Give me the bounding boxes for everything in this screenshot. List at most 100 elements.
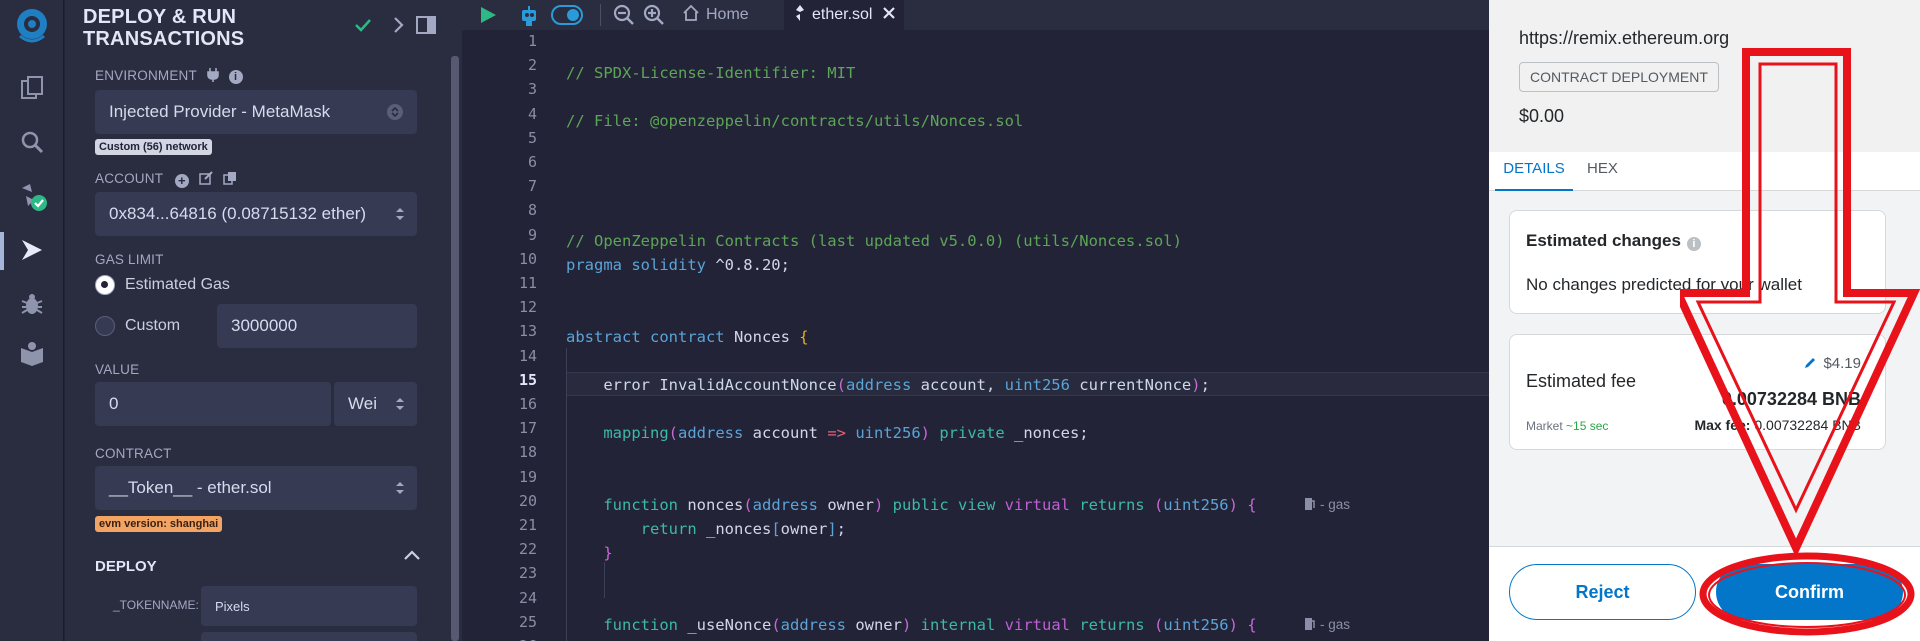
code-line-9: // OpenZeppelin Contracts (last updated … bbox=[566, 232, 1182, 250]
dock-panel-icon[interactable] bbox=[415, 14, 437, 36]
value-label: VALUE bbox=[95, 362, 140, 377]
panel-title: DEPLOY & RUN TRANSACTIONS bbox=[83, 6, 244, 50]
deploy-run-panel: DEPLOY & RUN TRANSACTIONS ENVIRONMENT i … bbox=[65, 0, 449, 641]
line-number: 1 bbox=[527, 32, 537, 50]
transaction-amount: $0.00 bbox=[1519, 106, 1565, 126]
line-number: 14 bbox=[518, 346, 537, 365]
close-tab-icon[interactable] bbox=[882, 6, 896, 25]
estimated-changes-body: No changes predicted for your wallet bbox=[1526, 275, 1802, 294]
value-amount: 0 bbox=[109, 394, 119, 413]
confirm-button[interactable]: Confirm bbox=[1716, 564, 1903, 620]
value-unit-select[interactable]: Wei bbox=[333, 382, 417, 426]
code-line-13: abstract contract Nonces { bbox=[566, 328, 809, 346]
next-param-input[interactable] bbox=[201, 632, 417, 641]
plug-icon bbox=[206, 68, 219, 85]
tab-ether-sol[interactable]: ether.sol bbox=[784, 0, 904, 30]
line-number: 20 bbox=[518, 491, 537, 510]
info-icon[interactable]: i bbox=[1686, 237, 1701, 251]
tab-details[interactable]: DETAILS bbox=[1495, 160, 1573, 191]
custom-gas-radio[interactable] bbox=[95, 316, 115, 336]
chevron-right-icon[interactable] bbox=[388, 14, 410, 36]
active-plugin-marker bbox=[0, 232, 4, 270]
code-line-25: function _useNonce(address owner) intern… bbox=[566, 616, 1257, 634]
account-value: 0x834...64816 (0.08715132 ether) bbox=[109, 204, 367, 223]
estimated-changes-title: Estimated changes i bbox=[1526, 231, 1701, 251]
editor-toolbar: Home ether.sol bbox=[462, 0, 1489, 30]
line-number: 26 bbox=[462, 634, 537, 641]
gas-estimate-usenonce[interactable]: - gas bbox=[1304, 613, 1350, 637]
tokenname-value: Pixels bbox=[215, 598, 250, 614]
gas-limit-label: GAS LIMIT bbox=[95, 252, 164, 267]
gas-pump-icon bbox=[1304, 495, 1316, 519]
contract-select[interactable]: __Token__ - ether.sol bbox=[95, 466, 417, 510]
gas-pump-icon bbox=[1304, 615, 1316, 639]
code-line-10: pragma solidity ^0.8.20; bbox=[566, 256, 790, 274]
line-number: 11 bbox=[518, 274, 537, 292]
edit-fee-icon[interactable] bbox=[1803, 356, 1817, 374]
tokenname-input[interactable]: Pixels bbox=[201, 586, 417, 626]
zoom-out-icon[interactable] bbox=[613, 4, 635, 31]
code-line-22: } bbox=[566, 544, 613, 562]
gas-estimate-nonces[interactable]: - gas bbox=[1304, 493, 1350, 517]
code-line-15: error InvalidAccountNonce(address accoun… bbox=[566, 376, 1210, 394]
line-number: 19 bbox=[518, 467, 537, 486]
autocompile-toggle[interactable] bbox=[551, 5, 583, 25]
custom-gas-label: Custom bbox=[125, 317, 181, 334]
select-arrows-icon bbox=[396, 482, 404, 494]
run-icon[interactable] bbox=[478, 5, 498, 30]
home-tab-label: Home bbox=[706, 6, 749, 23]
panel-scrollbar-thumb[interactable] bbox=[451, 56, 459, 641]
tab-home[interactable]: Home bbox=[672, 0, 782, 30]
line-number: 3 bbox=[527, 80, 537, 99]
line-number: 15 bbox=[518, 370, 537, 389]
evm-version-badge: evm version: shanghai bbox=[95, 516, 223, 532]
line-number: 2 bbox=[527, 56, 537, 75]
add-account-icon[interactable]: + bbox=[174, 174, 189, 188]
fee-bnb: 0.00732284 BNB bbox=[1721, 389, 1861, 409]
home-icon bbox=[682, 4, 700, 27]
gas-limit-input[interactable]: 3000000 bbox=[217, 304, 417, 348]
line-number: 18 bbox=[518, 443, 537, 462]
info-icon[interactable]: i bbox=[228, 70, 243, 84]
estimated-gas-radio[interactable] bbox=[95, 275, 115, 295]
line-number: 8 bbox=[527, 201, 537, 220]
ai-assistant-icon[interactable] bbox=[518, 5, 540, 32]
learneth-icon[interactable] bbox=[16, 338, 48, 370]
edit-icon[interactable] bbox=[199, 171, 213, 188]
metamask-confirmation: https://remix.ethereum.org CONTRACT DEPL… bbox=[1489, 0, 1920, 641]
gas-limit-value: 3000000 bbox=[231, 316, 298, 335]
copy-icon[interactable] bbox=[223, 171, 237, 188]
debugger-icon[interactable] bbox=[16, 288, 48, 320]
line-number: 12 bbox=[518, 298, 537, 317]
select-arrows-icon bbox=[396, 398, 404, 410]
search-icon[interactable] bbox=[16, 126, 48, 158]
file-explorer-icon[interactable] bbox=[16, 72, 48, 104]
remix-logo-icon[interactable] bbox=[12, 6, 52, 46]
select-arrows-icon bbox=[396, 208, 404, 220]
reject-button[interactable]: Reject bbox=[1509, 564, 1696, 620]
icon-sidebar bbox=[0, 0, 64, 641]
file-tab-label: ether.sol bbox=[812, 6, 873, 23]
tab-hex[interactable]: HEX bbox=[1587, 160, 1618, 177]
estimated-fee-card: Estimated fee $4.19 0.00732284 BNB Marke… bbox=[1509, 334, 1886, 450]
line-number: 25 bbox=[518, 612, 537, 631]
code-editor[interactable]: 1 2 3 4 5 6 7 8 9 10 11 12 13 14 15 16 17 18 19 20 21 22 23 24 2… bbox=[462, 30, 1489, 641]
line-number: 17 bbox=[518, 419, 537, 438]
environment-select[interactable]: Injected Provider - MetaMask bbox=[95, 90, 417, 134]
check-icon[interactable] bbox=[352, 14, 374, 36]
zoom-in-icon[interactable] bbox=[643, 4, 665, 31]
code-line-17: mapping(address account => uint256) priv… bbox=[566, 424, 1089, 442]
deploy-run-icon[interactable] bbox=[16, 234, 48, 266]
value-input[interactable]: 0 bbox=[95, 382, 331, 426]
line-number: 24 bbox=[518, 588, 537, 607]
estimated-gas-label: Estimated Gas bbox=[125, 276, 230, 293]
line-number: 9 bbox=[527, 225, 537, 244]
chevron-up-icon[interactable] bbox=[403, 548, 421, 567]
code-line-20: function nonces(address owner) public vi… bbox=[566, 496, 1257, 514]
line-number: 16 bbox=[518, 395, 537, 413]
fee-usd: $4.19 bbox=[1803, 355, 1861, 374]
solidity-compiler-icon[interactable] bbox=[16, 180, 48, 212]
account-select[interactable]: 0x834...64816 (0.08715132 ether) bbox=[95, 192, 417, 236]
solidity-file-icon bbox=[794, 4, 806, 27]
tokenname-label: _TOKENNAME: bbox=[113, 598, 199, 612]
